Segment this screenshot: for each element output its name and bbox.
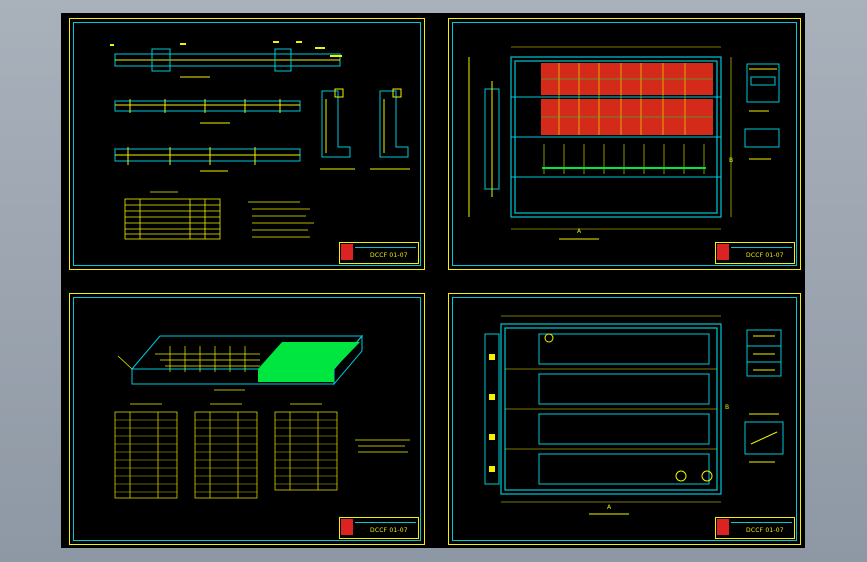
sheet-top-left[interactable]: DCCF 01-07 (69, 18, 425, 270)
title-block[interactable]: DCCF 01-07 (715, 517, 795, 539)
company-logo (717, 244, 729, 260)
cad-model-space[interactable]: DCCF 01-07 A B DCCF 01-07 DCCF 01-07 A B… (61, 13, 805, 548)
company-logo (341, 519, 353, 535)
drawing-number: DCCF 01-07 (746, 252, 784, 259)
title-block[interactable]: DCCF 01-07 (715, 242, 795, 264)
tank-layout-drawing (484, 315, 784, 515)
company-logo (717, 519, 729, 535)
isometric-rebar-drawing (114, 334, 410, 499)
section-label-a: A (607, 504, 612, 511)
drawing-number: DCCF 01-07 (746, 527, 784, 534)
section-label-a: A (577, 228, 582, 235)
green-rebar-zone (258, 342, 360, 369)
drawing-number: DCCF 01-07 (370, 527, 408, 534)
title-block[interactable]: DCCF 01-07 (339, 242, 419, 264)
section-label-b: B (729, 157, 734, 164)
section-label-b: B (725, 404, 730, 411)
tank-plan-drawing (468, 46, 780, 240)
sheet-bottom-left[interactable]: DCCF 01-07 (69, 293, 425, 545)
beam-section-drawings (110, 41, 410, 240)
company-logo (341, 244, 353, 260)
title-block[interactable]: DCCF 01-07 (339, 517, 419, 539)
sheet-top-right[interactable]: A B DCCF 01-07 (448, 18, 801, 270)
drawing-number: DCCF 01-07 (370, 252, 408, 259)
sheet-bottom-right[interactable]: A B DCCF 01-07 (448, 293, 801, 545)
